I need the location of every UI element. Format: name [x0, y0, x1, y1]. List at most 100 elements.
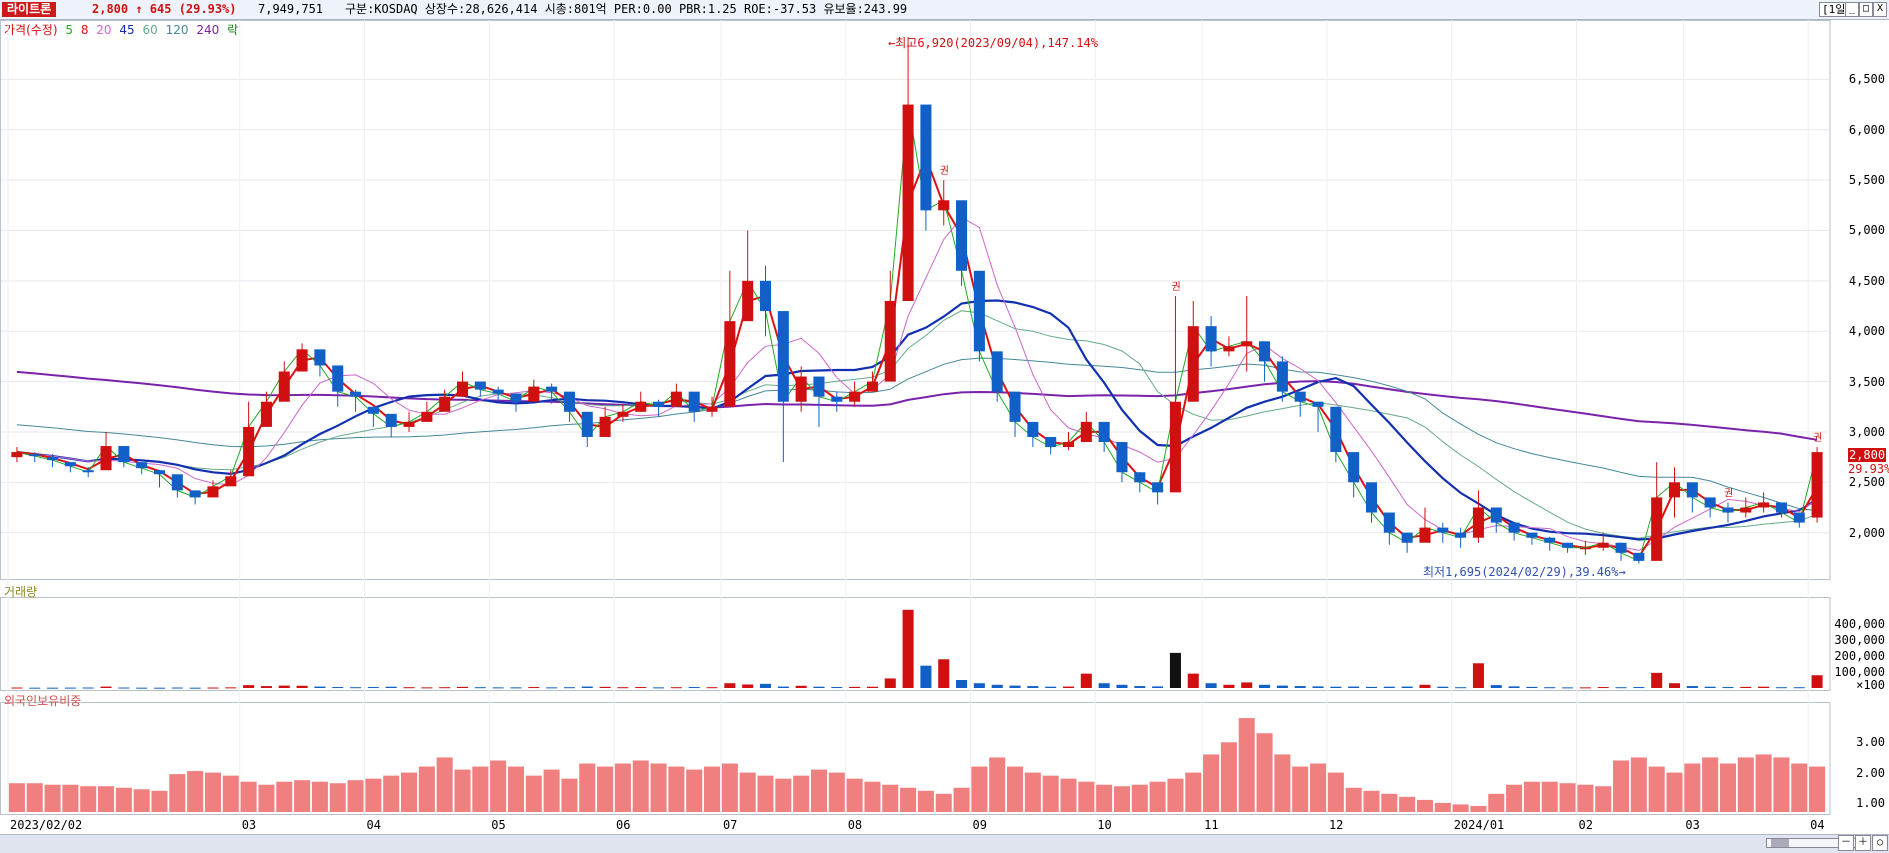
candle-body [47, 457, 59, 461]
price-tick-label: 4,500 [1848, 273, 1885, 288]
zoom-out-icon[interactable]: － [1838, 835, 1854, 851]
stock-chart-svg[interactable]: 권권권권 [0, 20, 1889, 834]
candle-body [938, 200, 950, 211]
foreign-bar [222, 775, 239, 812]
volume-bar [831, 687, 843, 689]
candle-body [546, 386, 558, 392]
candle-body [653, 401, 665, 407]
foreign-bar [204, 772, 221, 812]
foreign-tick-label: 2.00 [1856, 765, 1885, 780]
candle-body [243, 426, 255, 477]
foreign-bar [810, 769, 827, 812]
candle-body [260, 401, 272, 427]
volume-bar [742, 684, 754, 688]
x-tick-label: 05 [491, 818, 506, 832]
minimize-button[interactable]: _ [1845, 2, 1859, 17]
candle-body [1169, 401, 1181, 493]
candle-body [956, 200, 968, 271]
volume-bar [1205, 683, 1217, 688]
volume-bar [64, 687, 76, 689]
price-tick-label: 5,000 [1848, 223, 1885, 238]
foreign-bar [365, 778, 382, 812]
volume-bar [225, 687, 237, 689]
candle-body [1045, 436, 1057, 448]
price-tick-label: 2,000 [1848, 525, 1885, 540]
foreign-bar [775, 778, 792, 812]
volume-bar [385, 686, 397, 688]
candle-body [29, 454, 41, 457]
foreign-bar [525, 775, 542, 812]
volume-tick-label: 400,000 [1834, 617, 1885, 632]
candle-body [171, 474, 183, 491]
foreign-bar [971, 766, 988, 812]
candle-body [688, 391, 700, 412]
foreign-bar [1007, 766, 1024, 812]
volume-bar [866, 686, 878, 688]
volume-bar [189, 687, 201, 689]
foreign-bar [1613, 760, 1630, 812]
foreign-bar [133, 789, 150, 812]
foreign-bar [98, 786, 115, 812]
stock-name[interactable]: 라이트론 [2, 2, 57, 17]
candle-body [1134, 472, 1146, 483]
volume-bar [207, 687, 219, 689]
volume-bar [1027, 686, 1039, 688]
volume-bar [1472, 663, 1484, 688]
candle-body [759, 280, 772, 312]
volume-bar [278, 685, 290, 688]
volume-bar [795, 685, 807, 688]
foreign-bar [1203, 754, 1220, 812]
last-change-tag: 29.93% [1848, 462, 1889, 476]
foreign-bar [1399, 796, 1416, 812]
scrollbar-thumb[interactable] [1771, 839, 1789, 847]
volume-bar [82, 687, 94, 689]
foreign-bar [1773, 757, 1790, 812]
volume-bar [1419, 684, 1431, 688]
foreign-bar [579, 763, 596, 812]
zoom-in-icon[interactable]: ＋ [1855, 835, 1871, 851]
foreign-bar [793, 775, 810, 812]
foreign-bar [1274, 754, 1291, 812]
foreign-bar [1648, 766, 1665, 812]
candle-body [1419, 527, 1431, 543]
volume-bar [260, 686, 272, 688]
candle-body [1793, 512, 1805, 523]
volume-bar [1134, 686, 1146, 688]
volume-bar [1259, 684, 1271, 688]
volume-bar [1223, 684, 1235, 688]
volume-bar [902, 609, 914, 688]
candle-body [439, 396, 451, 412]
zoom-reset-icon[interactable]: ○ [1872, 835, 1888, 851]
maximize-button[interactable]: □ [1859, 2, 1873, 17]
volume-bar [1187, 673, 1199, 688]
volume-bar [47, 687, 59, 689]
x-tick-label: 06 [616, 818, 631, 832]
candle-body [617, 411, 629, 417]
close-button[interactable]: X [1873, 2, 1887, 17]
foreign-bar [62, 784, 79, 812]
volume-bar [759, 683, 772, 688]
candle-body [314, 349, 326, 366]
candle-body [635, 401, 647, 412]
candle-body [207, 486, 219, 498]
foreign-bar [294, 780, 311, 812]
candle-body [1526, 532, 1538, 538]
candle-body [1472, 507, 1484, 538]
foreign-bar [1577, 784, 1594, 812]
foreign-bar [686, 769, 703, 812]
candle-body [973, 270, 985, 352]
foreign-bar [1381, 793, 1398, 812]
foreign-bar [329, 783, 346, 812]
foreign-bar [1327, 772, 1344, 812]
foreign-bar [1702, 757, 1719, 812]
candle-body [136, 462, 148, 469]
rights-marker: 권 [1813, 432, 1822, 444]
foreign-bar [721, 763, 738, 812]
x-tick-label: 04 [1810, 818, 1825, 832]
foreign-bar [1541, 781, 1558, 812]
candle-body [1205, 326, 1217, 352]
candle-body [1615, 542, 1627, 553]
foreign-bar [1755, 754, 1772, 812]
candle-body [813, 376, 825, 397]
candle-body [456, 381, 469, 397]
